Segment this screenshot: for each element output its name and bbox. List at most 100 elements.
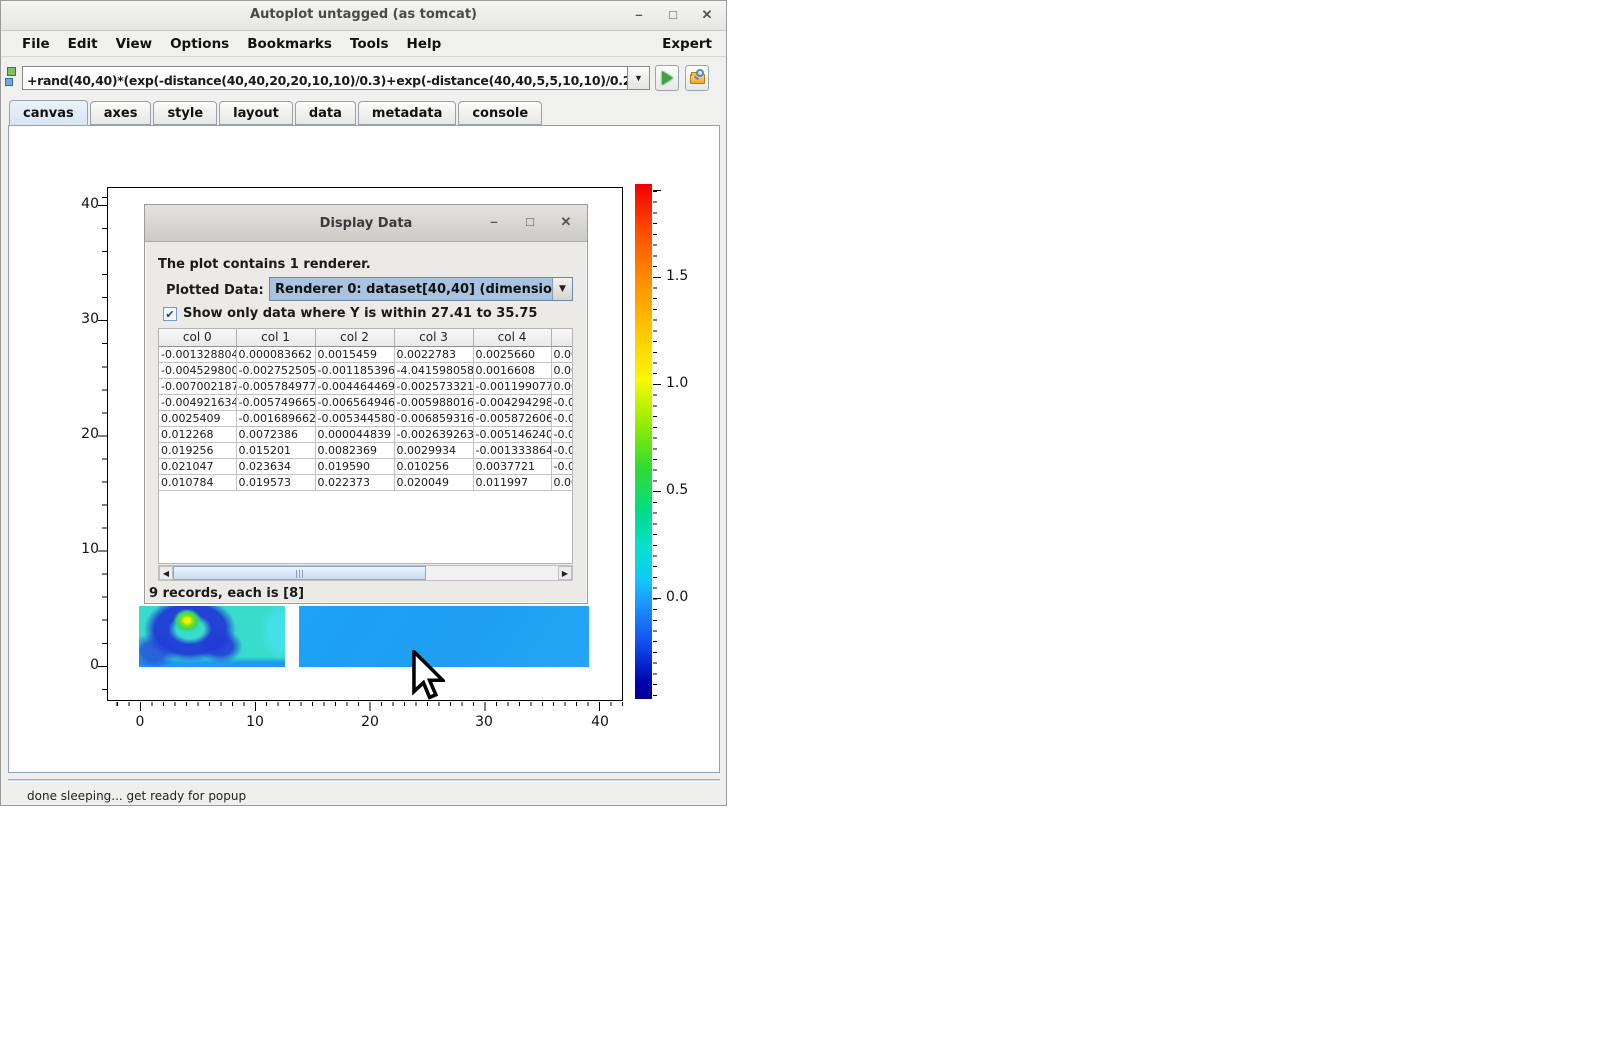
cell[interactable]: -0.004464469...: [315, 378, 394, 394]
colorbar[interactable]: [635, 184, 652, 699]
cell[interactable]: 0.0072386: [236, 426, 315, 442]
table-row[interactable]: -0.004921634... -0.005749665... -0.00656…: [159, 394, 573, 410]
cell[interactable]: -0.006564946...: [315, 394, 394, 410]
cell[interactable]: -0.006859316...: [394, 410, 473, 426]
cell[interactable]: 0.011997: [473, 474, 551, 490]
filter-checkbox[interactable]: ✔: [163, 307, 177, 321]
scroll-right-icon[interactable]: ▶: [558, 566, 572, 580]
cell[interactable]: 0.012268: [159, 426, 236, 442]
table-row[interactable]: -0.004529800... -0.002752505... -0.00118…: [159, 362, 573, 378]
cell[interactable]: 0.000083662: [236, 346, 315, 362]
cell[interactable]: -0.0: [551, 394, 573, 410]
maximize-icon[interactable]: □: [664, 4, 682, 26]
cell[interactable]: 0.0082369: [315, 442, 394, 458]
table-row[interactable]: 0.0025409 -0.001689662... -0.005344580..…: [159, 410, 573, 426]
cell[interactable]: 0.0029934: [394, 442, 473, 458]
cell[interactable]: 0.023634: [236, 458, 315, 474]
cell[interactable]: -0.001328804...: [159, 346, 236, 362]
cell[interactable]: 0.00: [551, 362, 573, 378]
cell[interactable]: 0.010256: [394, 458, 473, 474]
data-table-container[interactable]: col 0 col 1 col 2 col 3 col 4 -0.0013288…: [158, 328, 573, 564]
dialog-minimize-icon[interactable]: –: [485, 211, 503, 233]
tab-axes[interactable]: axes: [90, 101, 152, 125]
tab-data[interactable]: data: [295, 101, 356, 125]
table-row[interactable]: -0.007002187... -0.005784977... -0.00446…: [159, 378, 573, 394]
cell[interactable]: 0.0015459: [315, 346, 394, 362]
menu-file[interactable]: File: [13, 33, 59, 55]
cell[interactable]: 0.000044839: [315, 426, 394, 442]
datasource-type-icon[interactable]: [5, 67, 21, 89]
cell[interactable]: 0.015201: [236, 442, 315, 458]
cell[interactable]: 0.00: [551, 378, 573, 394]
cell[interactable]: -0.001199077...: [473, 378, 551, 394]
cell[interactable]: -0.005784977...: [236, 378, 315, 394]
cell[interactable]: 0.0025409: [159, 410, 236, 426]
cell[interactable]: -0.005344580...: [315, 410, 394, 426]
table-row[interactable]: 0.010784 0.019573 0.022373 0.020049 0.01…: [159, 474, 573, 490]
cell[interactable]: -0.0: [551, 458, 573, 474]
cell[interactable]: -0.0: [551, 442, 573, 458]
cell[interactable]: -0.005749665...: [236, 394, 315, 410]
cell[interactable]: 0.020049: [394, 474, 473, 490]
uri-dropdown-button[interactable]: ▼: [628, 66, 650, 90]
menu-bookmarks[interactable]: Bookmarks: [238, 33, 341, 55]
scroll-left-icon[interactable]: ◀: [159, 566, 173, 580]
go-plot-button[interactable]: [655, 65, 679, 91]
dialog-titlebar[interactable]: Display Data – □ ✕: [145, 205, 587, 242]
cell[interactable]: -0.001185396...: [315, 362, 394, 378]
menu-tools[interactable]: Tools: [341, 33, 398, 55]
dialog-close-icon[interactable]: ✕: [557, 211, 575, 233]
cell[interactable]: 0.00: [551, 346, 573, 362]
menu-view[interactable]: View: [107, 33, 161, 55]
cell[interactable]: 0.00: [551, 474, 573, 490]
cell[interactable]: 0.0022783: [394, 346, 473, 362]
dialog-maximize-icon[interactable]: □: [521, 211, 539, 233]
menu-help[interactable]: Help: [398, 33, 451, 55]
horizontal-scrollbar[interactable]: ◀ ▶: [158, 565, 573, 581]
cell[interactable]: 0.021047: [159, 458, 236, 474]
close-icon[interactable]: ✕: [698, 4, 716, 26]
cell[interactable]: 0.022373: [315, 474, 394, 490]
cell[interactable]: -0.001689662...: [236, 410, 315, 426]
spectrogram-left-fragment[interactable]: [139, 606, 285, 667]
tab-layout[interactable]: layout: [219, 101, 293, 125]
cell[interactable]: -0.004529800...: [159, 362, 236, 378]
column-header[interactable]: col 1: [236, 329, 315, 346]
cell[interactable]: -0.002752505...: [236, 362, 315, 378]
plotted-data-combobox[interactable]: Renderer 0: dataset[40,40] (dimension...…: [269, 277, 573, 301]
column-header[interactable]: col 4: [473, 329, 551, 346]
cell[interactable]: -0.007002187...: [159, 378, 236, 394]
minimize-icon[interactable]: –: [630, 4, 648, 26]
cell[interactable]: 0.010784: [159, 474, 236, 490]
cell[interactable]: -0.005872606...: [473, 410, 551, 426]
table-row[interactable]: 0.021047 0.023634 0.019590 0.010256 0.00…: [159, 458, 573, 474]
table-row[interactable]: 0.012268 0.0072386 0.000044839 -0.002639…: [159, 426, 573, 442]
cell[interactable]: 0.0037721: [473, 458, 551, 474]
plot-canvas[interactable]: 40 30 20 10 0 0 10 20 30 40 1.5 1.0 0.5 …: [8, 125, 720, 773]
inspect-uri-button[interactable]: [685, 65, 709, 91]
table-row[interactable]: -0.001328804... 0.000083662 0.0015459 0.…: [159, 346, 573, 362]
cell[interactable]: -0.005146240...: [473, 426, 551, 442]
table-row[interactable]: 0.019256 0.015201 0.0082369 0.0029934 -0…: [159, 442, 573, 458]
column-header[interactable]: [551, 329, 573, 346]
column-header[interactable]: col 2: [315, 329, 394, 346]
cell[interactable]: -0.0: [551, 426, 573, 442]
cell[interactable]: -0.004921634...: [159, 394, 236, 410]
tab-canvas[interactable]: canvas: [9, 100, 88, 125]
cell[interactable]: 0.0025660: [473, 346, 551, 362]
cell[interactable]: -0.001333864...: [473, 442, 551, 458]
cell[interactable]: -0.002573321...: [394, 378, 473, 394]
menu-options[interactable]: Options: [161, 33, 238, 55]
scrollbar-thumb[interactable]: [173, 566, 426, 580]
menu-edit[interactable]: Edit: [59, 33, 107, 55]
cell[interactable]: -0.002639263...: [394, 426, 473, 442]
expert-menu[interactable]: Expert: [660, 33, 714, 55]
cell[interactable]: 0.019573: [236, 474, 315, 490]
cell[interactable]: -0.004294298...: [473, 394, 551, 410]
cell[interactable]: -0.0: [551, 410, 573, 426]
tab-metadata[interactable]: metadata: [358, 101, 456, 125]
tab-style[interactable]: style: [153, 101, 217, 125]
cell[interactable]: 0.019256: [159, 442, 236, 458]
cell[interactable]: 0.0016608: [473, 362, 551, 378]
column-header[interactable]: col 0: [159, 329, 236, 346]
